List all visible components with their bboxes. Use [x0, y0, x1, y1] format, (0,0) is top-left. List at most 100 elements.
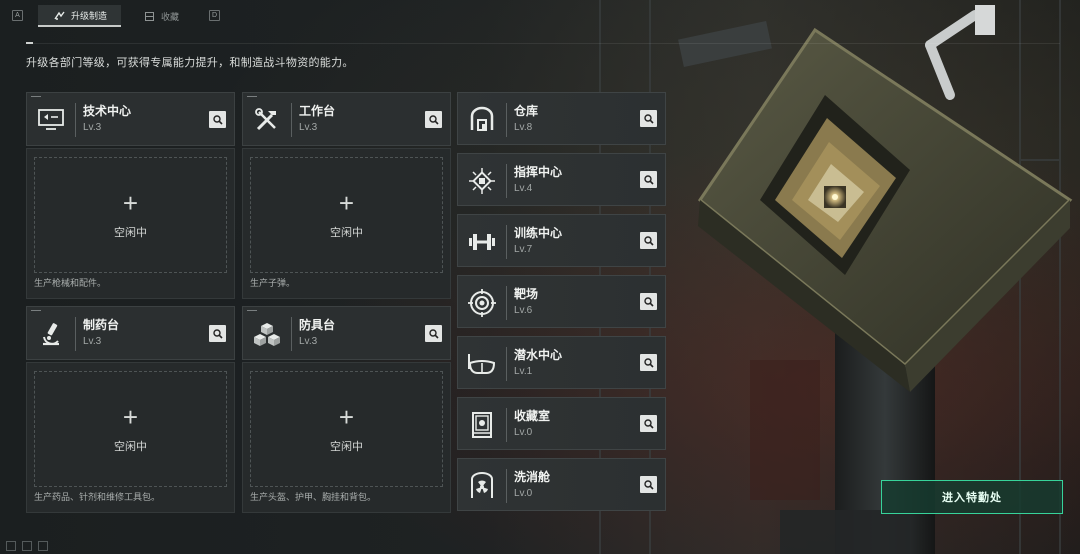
facility-level: Lv.0: [514, 427, 533, 438]
facility-level: Lv.3: [299, 122, 318, 133]
facility-level: Lv.7: [514, 244, 533, 255]
toolbar-square-icon[interactable]: [6, 541, 16, 551]
facility-name: 制药台: [83, 318, 120, 332]
production-panel-armor-bench: + 空闲中 生产头盔、护甲、胸挂和背包。: [242, 362, 451, 513]
inspect-button[interactable]: [640, 171, 657, 188]
search-icon: [212, 114, 223, 125]
enter-special-ops-button[interactable]: 进入特勤处: [881, 480, 1063, 514]
diving-mask-icon: [458, 344, 506, 384]
production-panel-pharmacy: + 空闲中 生产药品、针剂和维修工具包。: [26, 362, 235, 513]
display-case-icon: [458, 405, 506, 445]
search-icon: [643, 357, 654, 368]
facility-level: Lv.3: [83, 122, 102, 133]
facility-level: Lv.8: [514, 122, 533, 133]
slot-status: 空闲中: [330, 227, 363, 239]
toolbar-square-icon[interactable]: [22, 541, 32, 551]
facility-level: Lv.3: [83, 336, 102, 347]
search-icon: [643, 296, 654, 307]
upgrade-icon: [54, 10, 65, 21]
facility-name: 防具台: [299, 318, 336, 332]
facility-name: 潜水中心: [514, 348, 563, 362]
toolbar-square-icon[interactable]: [38, 541, 48, 551]
facility-card-command-center[interactable]: 指挥中心 Lv.4: [457, 153, 666, 206]
production-description: 生产子弹。: [250, 278, 296, 288]
facility-name: 指挥中心: [514, 165, 563, 179]
facility-card-shooting-range[interactable]: 靶场 Lv.6: [457, 275, 666, 328]
facility-name: 技术中心: [83, 104, 132, 118]
tab-upgrade-craft[interactable]: 升级制造: [38, 5, 122, 27]
facility-name: 靶场: [514, 287, 539, 301]
inspect-button[interactable]: [640, 293, 657, 310]
idle-production-slot[interactable]: + 空闲中: [250, 371, 443, 487]
inspect-button[interactable]: [640, 232, 657, 249]
inspect-button[interactable]: [640, 415, 657, 432]
facility-card-tech-center[interactable]: 技术中心 Lv.3: [26, 92, 235, 146]
tab-collection-label: 收藏: [161, 11, 180, 22]
header-dash: [26, 42, 33, 44]
inspect-button[interactable]: [425, 111, 442, 128]
tab-collection[interactable]: 收藏: [128, 5, 193, 27]
bottom-toolbar: [0, 540, 80, 554]
add-icon: +: [122, 402, 139, 432]
chip-icon: [458, 161, 506, 201]
facility-level: Lv.0: [514, 488, 533, 499]
search-icon: [643, 235, 654, 246]
target-icon: [458, 283, 506, 323]
facility-level: Lv.6: [514, 305, 533, 316]
microscope-icon: [27, 314, 75, 354]
inspect-button[interactable]: [640, 354, 657, 371]
search-icon: [428, 114, 439, 125]
facility-level: Lv.3: [299, 336, 318, 347]
idle-production-slot[interactable]: + 空闲中: [34, 157, 227, 273]
production-description: 生产头盔、护甲、胸挂和背包。: [250, 492, 377, 502]
facility-name: 工作台: [299, 104, 336, 118]
search-icon: [643, 418, 654, 429]
facility-level: Lv.1: [514, 366, 533, 377]
production-description: 生产枪械和配件。: [34, 278, 107, 288]
production-panel-workbench: + 空闲中 生产子弹。: [242, 148, 451, 299]
inspect-button[interactable]: [640, 110, 657, 127]
inspect-button[interactable]: [640, 476, 657, 493]
search-icon: [643, 113, 654, 124]
facility-card-decontamination[interactable]: 洗消舱 Lv.0: [457, 458, 666, 511]
inspect-button[interactable]: [209, 325, 226, 342]
add-icon: +: [338, 188, 355, 218]
tools-icon: [243, 100, 291, 140]
slot-status: 空闲中: [330, 441, 363, 453]
facility-name: 训练中心: [514, 226, 563, 240]
facility-name: 仓库: [514, 104, 539, 118]
facility-card-diving-center[interactable]: 潜水中心 Lv.1: [457, 336, 666, 389]
facility-card-training-center[interactable]: 训练中心 Lv.7: [457, 214, 666, 267]
slot-status: 空闲中: [114, 227, 147, 239]
key-hint-prev: A: [12, 10, 23, 21]
facility-card-workbench[interactable]: 工作台 Lv.3: [242, 92, 451, 146]
idle-production-slot[interactable]: + 空闲中: [250, 157, 443, 273]
slot-status: 空闲中: [114, 441, 147, 453]
search-icon: [643, 174, 654, 185]
facility-name: 收藏室: [514, 409, 551, 423]
warehouse-icon: [458, 100, 506, 140]
cubes-icon: [243, 314, 291, 354]
header-divider: [26, 43, 1060, 44]
facility-name: 洗消舱: [514, 470, 551, 484]
facility-card-pharmacy[interactable]: 制药台 Lv.3: [26, 306, 235, 360]
dumbbell-icon: [458, 222, 506, 262]
monitor-icon: [27, 100, 75, 140]
search-icon: [428, 328, 439, 339]
facility-card-armor-bench[interactable]: 防具台 Lv.3: [242, 306, 451, 360]
idle-production-slot[interactable]: + 空闲中: [34, 371, 227, 487]
collection-icon: [144, 11, 155, 22]
page-subtitle: 升级各部门等级，可获得专属能力提升，和制造战斗物资的能力。: [26, 57, 354, 69]
production-description: 生产药品、针剂和维修工具包。: [34, 492, 161, 502]
inspect-button[interactable]: [209, 111, 226, 128]
inspect-button[interactable]: [425, 325, 442, 342]
tab-upgrade-craft-label: 升级制造: [71, 10, 108, 21]
add-icon: +: [338, 402, 355, 432]
facility-card-collection-room[interactable]: 收藏室 Lv.0: [457, 397, 666, 450]
facility-level: Lv.4: [514, 183, 533, 194]
production-panel-tech-center: + 空闲中 生产枪械和配件。: [26, 148, 235, 299]
add-icon: +: [122, 188, 139, 218]
top-tab-bar: A 升级制造 收藏 D: [0, 0, 1080, 34]
facility-card-warehouse[interactable]: 仓库 Lv.8: [457, 92, 666, 145]
search-icon: [212, 328, 223, 339]
